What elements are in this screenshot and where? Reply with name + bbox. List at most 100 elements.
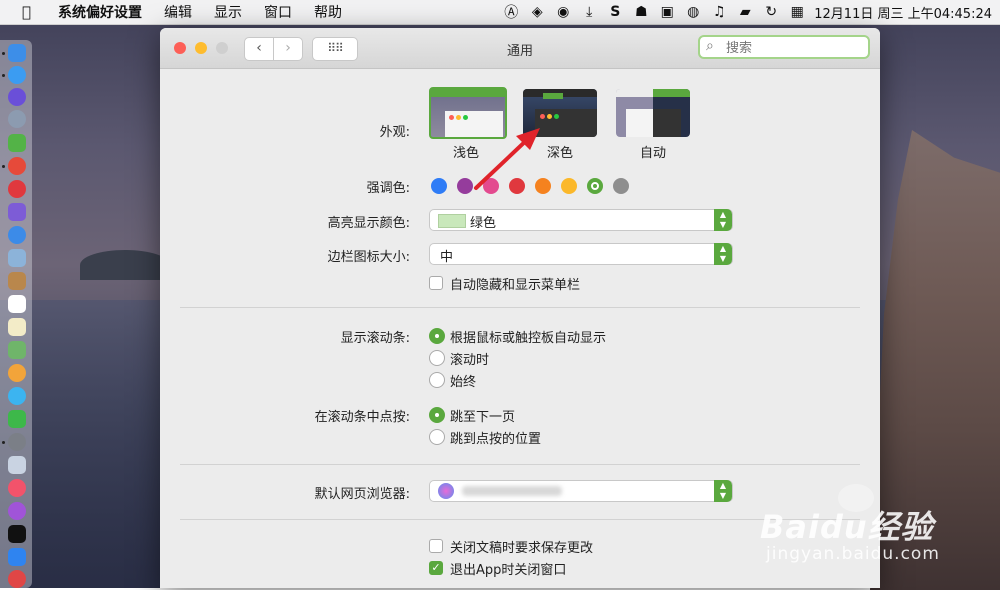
appearance-dark-option[interactable] xyxy=(523,89,597,137)
sidebar-icon-size-value: 中 xyxy=(440,250,454,265)
close-windows-on-quit-checkbox[interactable]: ✓ xyxy=(429,561,443,575)
system-preferences-icon[interactable] xyxy=(8,433,26,451)
appearance-light-label: 浅色 xyxy=(452,146,479,161)
running-indicator xyxy=(2,441,5,444)
minimize-window-button[interactable] xyxy=(195,42,207,54)
ask-save-changes-label: 关闭文稿时要求保存更改 xyxy=(450,541,594,556)
globe-status-icon[interactable]: ◍ xyxy=(680,4,706,20)
app-purple-icon[interactable] xyxy=(8,203,26,221)
s-box-status-icon[interactable]: ▣ xyxy=(654,4,680,20)
preview-icon[interactable] xyxy=(8,249,26,267)
music-status-icon[interactable]: ♫ xyxy=(706,4,732,20)
launchpad-icon[interactable] xyxy=(8,110,26,128)
zoom-window-button[interactable] xyxy=(216,42,228,54)
scroll-click-label: 在滚动条中点按: xyxy=(314,410,410,425)
wallpaper-island xyxy=(80,250,170,280)
watermark-brand: Baidu经验 xyxy=(760,508,934,546)
facetime-icon[interactable] xyxy=(8,410,26,428)
search-input[interactable] xyxy=(724,39,868,57)
accent-blue-swatch[interactable] xyxy=(431,178,447,194)
menu-window[interactable]: 窗口 xyxy=(264,2,292,22)
safari-icon[interactable] xyxy=(8,226,26,244)
vivaldi-icon[interactable] xyxy=(8,570,26,588)
menu-view[interactable]: 显示 xyxy=(214,2,242,22)
title-bar: ‹ › ⠿⠿ 通用 ⌕ xyxy=(160,28,880,69)
chevron-updown-icon: ▲ ▼ xyxy=(714,209,732,231)
ghost-status-icon[interactable]: ☗ xyxy=(628,4,654,20)
appearance-label: 外观: xyxy=(379,125,410,140)
show-all-grid-button[interactable]: ⠿⠿ xyxy=(312,37,358,61)
accent-yellow-swatch[interactable] xyxy=(561,178,577,194)
appearance-dark-label: 深色 xyxy=(546,146,573,161)
highlight-color-select[interactable]: 绿色 ▲ ▼ xyxy=(429,209,733,231)
chrome-icon[interactable] xyxy=(8,157,26,175)
accent-pink-swatch[interactable] xyxy=(483,178,499,194)
notes-brown-icon[interactable] xyxy=(8,272,26,290)
accent-green-swatch[interactable] xyxy=(587,178,603,194)
menu-help[interactable]: 帮助 xyxy=(314,2,342,22)
browser-app-icon xyxy=(438,483,454,499)
fox-status-icon[interactable]: ◈ xyxy=(524,4,550,20)
notes-icon[interactable] xyxy=(8,318,26,336)
apple-menu-icon[interactable]:  xyxy=(22,3,40,21)
time-machine-status-icon[interactable]: ↻ xyxy=(758,4,784,20)
section-divider xyxy=(180,307,860,308)
scrollbars-auto-label: 根据鼠标或触控板自动显示 xyxy=(450,331,607,346)
scrollbars-always-label: 始终 xyxy=(450,375,477,390)
baidu-watermark: Baidu经验 jingyan.baidu.com xyxy=(760,482,990,578)
scrollbars-always-radio[interactable] xyxy=(429,372,445,388)
chevron-updown-icon: ▲ ▼ xyxy=(714,480,732,502)
autohide-menubar-checkbox[interactable] xyxy=(429,276,443,290)
scrollbars-auto-radio[interactable] xyxy=(429,328,445,344)
menu-app-name[interactable]: 系统偏好设置 xyxy=(58,2,142,22)
accent-color-label: 强调色: xyxy=(366,181,410,196)
sidebar-icon-size-label: 边栏图标大小: xyxy=(327,250,410,265)
browser-name-blurred xyxy=(462,486,562,496)
section-divider xyxy=(180,519,860,520)
download-status-icon[interactable]: ⤓ xyxy=(576,4,602,20)
menu-clock[interactable]: 12月11日 周三 上午04:45:24 xyxy=(814,3,992,22)
app-store-blue-icon[interactable] xyxy=(8,548,26,566)
status-area: Ⓐ ◈ ◉ ⤓ S ☗ ▣ ◍ ♫ ▰ ↻ ▦ 12月11日 周三 上午04:4… xyxy=(498,0,992,24)
music-icon[interactable] xyxy=(8,479,26,497)
app-red-icon[interactable] xyxy=(8,180,26,198)
default-browser-select[interactable]: ▲ ▼ xyxy=(429,480,733,502)
siri-icon[interactable] xyxy=(8,88,26,106)
maps-icon[interactable] xyxy=(8,341,26,359)
scroll-click-next-page-radio[interactable] xyxy=(429,407,445,423)
accent-graphite-swatch[interactable] xyxy=(613,178,629,194)
accent-orange-swatch[interactable] xyxy=(535,178,551,194)
messages-icon[interactable] xyxy=(8,387,26,405)
appearance-auto-option[interactable] xyxy=(616,89,690,137)
accent-red-swatch[interactable] xyxy=(509,178,525,194)
appearance-light-option[interactable] xyxy=(429,87,507,139)
close-window-button[interactable] xyxy=(174,42,186,54)
apple-tv-icon[interactable] xyxy=(8,525,26,543)
app-store-status-icon[interactable]: Ⓐ xyxy=(498,2,524,22)
forward-button[interactable]: › xyxy=(273,37,303,61)
ask-save-changes-checkbox[interactable] xyxy=(429,539,443,553)
photos-icon[interactable] xyxy=(8,364,26,382)
search-field[interactable]: ⌕ xyxy=(698,35,870,59)
finder-icon[interactable] xyxy=(8,44,26,62)
scrollbars-when-scrolling-radio[interactable] xyxy=(429,350,445,366)
podcasts-icon[interactable] xyxy=(8,502,26,520)
app-store-icon[interactable] xyxy=(8,66,26,84)
sidebar-icon-size-select[interactable]: 中 ▲ ▼ xyxy=(429,243,733,265)
scroll-click-jump-radio[interactable] xyxy=(429,429,445,445)
sync-status-icon[interactable]: ◉ xyxy=(550,4,576,20)
downloads-icon[interactable] xyxy=(8,456,26,474)
watermark-url: jingyan.baidu.com xyxy=(766,544,940,564)
accent-purple-swatch[interactable] xyxy=(457,178,473,194)
calendar-icon[interactable] xyxy=(8,295,26,313)
calendar-status-icon[interactable]: ▦ xyxy=(784,4,810,20)
s-app-status-icon[interactable]: S xyxy=(602,4,628,20)
back-button[interactable]: ‹ xyxy=(244,37,274,61)
show-scrollbars-label: 显示滚动条: xyxy=(340,331,410,346)
display-status-icon[interactable]: ▰ xyxy=(732,4,758,20)
highlight-color-swatch xyxy=(438,214,466,228)
menu-edit[interactable]: 编辑 xyxy=(164,2,192,22)
android-icon[interactable] xyxy=(8,134,26,152)
autohide-menubar-label: 自动隐藏和显示菜单栏 xyxy=(450,278,581,293)
scroll-click-next-page-label: 跳至下一页 xyxy=(450,410,516,425)
